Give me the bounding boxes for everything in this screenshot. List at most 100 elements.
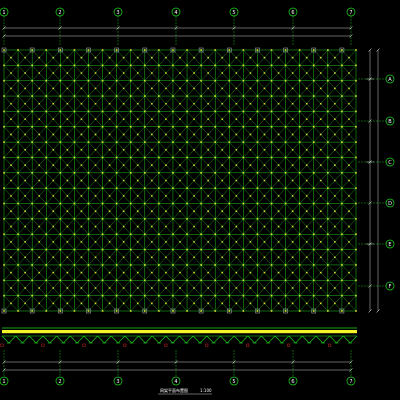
top-chord-node	[87, 310, 90, 312]
top-chord-node	[3, 310, 5, 312]
top-chord-node	[214, 125, 216, 128]
top-chord-node	[144, 79, 146, 82]
top-chord-node	[242, 141, 245, 143]
bottom-chord-node	[150, 194, 153, 197]
top-chord-node	[59, 141, 62, 143]
bottom-chord-node	[193, 210, 195, 213]
top-chord-node	[312, 248, 315, 251]
bottom-chord-node	[24, 87, 27, 90]
top-chord-node	[186, 279, 188, 282]
plan-caption: 网架平面布置图 1:100	[158, 387, 212, 395]
top-chord-node	[341, 79, 343, 82]
bottom-chord-node	[193, 256, 195, 259]
bottom-chord-node	[24, 164, 27, 167]
top-chord-node	[270, 202, 273, 205]
bottom-chord-node	[263, 179, 266, 182]
bottom-chord-node	[94, 72, 97, 74]
bottom-chord-node	[179, 256, 181, 259]
bottom-chord-node	[319, 241, 322, 243]
top-chord-node	[256, 49, 259, 51]
axis-bubble-label: 7	[349, 379, 352, 385]
bottom-chord-node	[136, 194, 139, 197]
bottom-chord-node	[10, 164, 12, 167]
bottom-chord-node	[24, 241, 27, 243]
top-chord-node	[355, 248, 357, 251]
bottom-chord-node	[38, 287, 41, 289]
top-chord-node	[256, 79, 259, 82]
top-chord-node	[101, 202, 104, 205]
top-chord-node	[200, 248, 202, 251]
bottom-chord-node	[94, 133, 97, 136]
top-chord-node	[31, 125, 33, 128]
top-chord-node	[158, 202, 160, 205]
top-chord-node	[73, 279, 76, 282]
top-chord-node	[129, 79, 132, 82]
top-chord-node	[312, 95, 315, 97]
top-chord-node	[256, 187, 259, 189]
top-chord-node	[186, 49, 188, 51]
bottom-chord-node	[165, 148, 167, 151]
top-chord-node	[45, 279, 48, 282]
bottom-chord-node	[249, 194, 252, 197]
bottom-chord-node	[150, 256, 153, 259]
top-chord-node	[158, 79, 160, 82]
bottom-chord-node	[52, 241, 55, 243]
top-chord-node	[87, 172, 90, 174]
axis-bubble-label: 2	[58, 10, 61, 16]
bottom-chord-node	[348, 164, 350, 167]
top-chord-node	[101, 264, 104, 266]
top-chord-node	[31, 218, 33, 220]
bottom-chord-node	[277, 102, 280, 105]
bottom-chord-node	[179, 287, 181, 289]
top-chord-node	[200, 156, 202, 159]
bottom-chord-node	[66, 271, 69, 274]
bottom-chord-node	[150, 133, 153, 136]
top-chord-node	[59, 233, 62, 236]
bottom-chord-node	[277, 256, 280, 259]
bottom-chord-node	[249, 271, 252, 274]
top-chord-node	[101, 310, 104, 312]
bottom-chord-node	[291, 194, 294, 197]
top-chord-node	[270, 110, 273, 113]
top-chord-node	[73, 141, 76, 143]
bottom-chord-node	[24, 56, 27, 59]
bottom-chord-node	[108, 256, 111, 259]
top-chord-node	[158, 310, 160, 312]
bottom-chord-node	[10, 194, 12, 197]
top-chord-node	[17, 79, 19, 82]
bottom-chord-node	[10, 302, 12, 305]
bottom-chord-node	[108, 194, 111, 197]
bottom-chord-node	[136, 271, 139, 274]
top-chord-node	[256, 156, 259, 159]
bottom-chord-node	[10, 241, 12, 243]
top-chord-node	[59, 248, 62, 251]
top-chord-node	[200, 202, 202, 205]
bottom-chord-node	[249, 179, 252, 182]
top-chord-node	[284, 233, 287, 236]
top-chord-node	[172, 110, 174, 113]
top-chord-node	[73, 172, 76, 174]
bottom-chord-node	[179, 102, 181, 105]
bottom-chord-node	[66, 287, 69, 289]
bottom-chord-node	[221, 102, 224, 105]
bottom-chord-node	[80, 241, 83, 243]
top-chord-node	[87, 95, 90, 97]
top-chord-node	[115, 279, 118, 282]
top-chord-node	[298, 233, 301, 236]
top-chord-node	[270, 125, 273, 128]
axis-bubble-label: 4	[174, 10, 177, 16]
top-chord-node	[327, 202, 329, 205]
top-chord-node	[59, 64, 62, 67]
bottom-chord-node	[348, 87, 350, 90]
top-chord-node	[270, 49, 273, 51]
bottom-chord-node	[319, 56, 322, 59]
top-chord-node	[242, 110, 245, 113]
top-chord-node	[31, 187, 33, 189]
bottom-chord-node	[348, 102, 350, 105]
top-chord-node	[172, 79, 174, 82]
bottom-chord-node	[291, 302, 294, 305]
top-chord-node	[200, 172, 202, 174]
bottom-chord-node	[193, 102, 195, 105]
top-chord-node	[341, 310, 343, 312]
top-chord-node	[172, 156, 174, 159]
